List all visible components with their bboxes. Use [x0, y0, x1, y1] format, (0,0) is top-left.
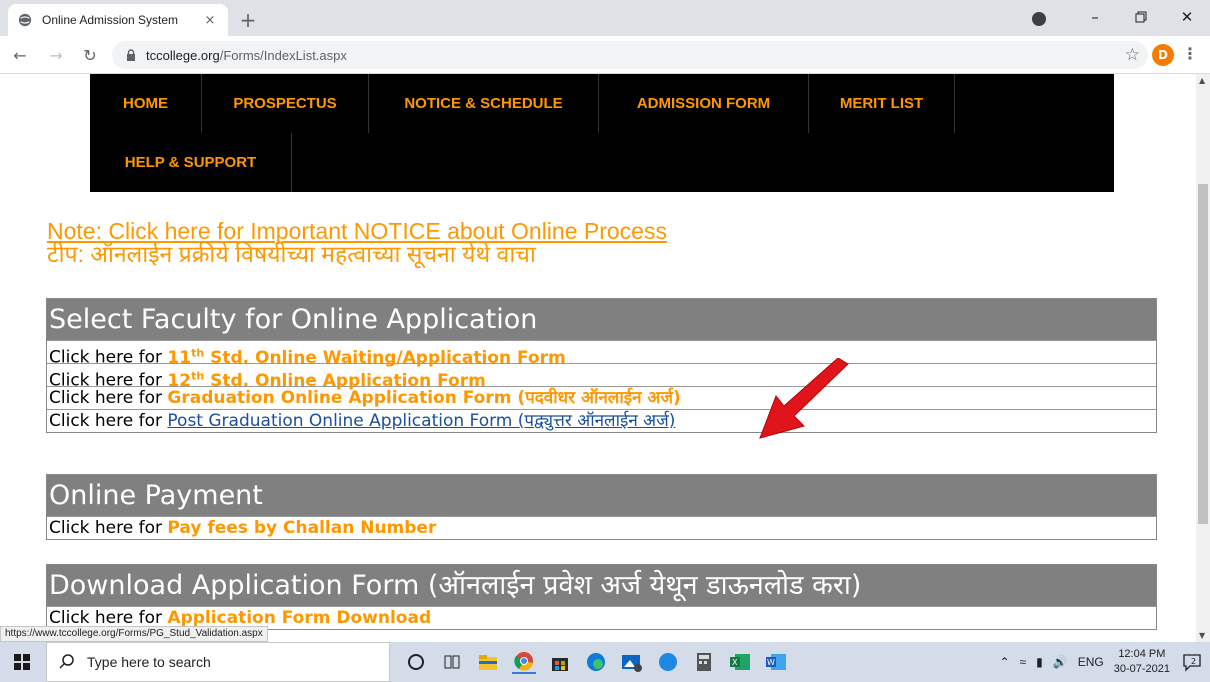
faculty-row-12th: Click here for 12th Std. Online Applicat… [47, 363, 1156, 391]
chrome-icon[interactable] [512, 650, 536, 674]
faculty-row-graduation: Click here for Graduation Online Applica… [47, 386, 1156, 409]
site-nav-menu: HOME PROSPECTUS NOTICE & SCHEDULE ADMISS… [90, 74, 1114, 192]
volume-icon[interactable]: 🔊 [1053, 655, 1068, 669]
menu-kebab-icon[interactable]: ⋮ [1182, 44, 1198, 63]
faculty-row-11th: Click here for 11th Std. Online Waiting/… [47, 340, 1156, 368]
link-pay-fees[interactable]: Pay fees by Challan Number [167, 518, 436, 538]
page-viewport: HOME PROSPECTUS NOTICE & SCHEDULE ADMISS… [0, 74, 1196, 642]
page-scrollbar[interactable]: ▲ ▼ [1196, 74, 1210, 642]
svg-text:W: W [767, 658, 775, 667]
link-form-download[interactable]: Application Form Download [167, 608, 431, 628]
faculty-heading: Select Faculty for Online Application [47, 299, 1156, 340]
calculator-icon[interactable] [692, 650, 716, 674]
close-window-icon[interactable]: ✕ [1164, 0, 1210, 34]
link-12th-sup[interactable]: th [191, 369, 204, 382]
windows-start-icon[interactable] [0, 642, 44, 682]
clock-date: 30-07-2021 [1113, 663, 1170, 675]
faculty-row-post-graduation: Click here for Post Graduation Online Ap… [47, 409, 1156, 432]
faculty-panel: Select Faculty for Online Application Cl… [46, 298, 1157, 433]
notice-marathi[interactable]: टीप: ऑनलाईन प्रक्रीये विषयीच्या महत्वाच्… [47, 243, 667, 266]
back-icon[interactable]: ← [10, 45, 30, 65]
payment-row: Click here for Pay fees by Challan Numbe… [47, 516, 1156, 539]
cortana-icon[interactable] [404, 650, 428, 674]
forward-icon[interactable]: → [46, 45, 66, 65]
link-post-graduation-form[interactable]: Post Graduation Online Application Form … [167, 411, 675, 431]
taskbar-clock[interactable]: 12:04 PM 30-07-2021 [1114, 647, 1170, 677]
link-status-bar: https://www.tccollege.org/Forms/PG_Stud_… [0, 626, 268, 642]
tray-chevron-icon[interactable]: ⌃ [999, 655, 1009, 669]
scroll-down-icon[interactable]: ▼ [1199, 631, 1205, 640]
safari-compass-icon[interactable] [656, 650, 680, 674]
system-tray: ⌃ ≈ ▮ 🔊 ENG 12:04 PM 30-07-2021 [999, 642, 1170, 682]
row-prefix: Click here for [49, 518, 168, 538]
url-path: /Forms/IndexList.aspx [219, 47, 347, 63]
nav-item-home[interactable]: HOME [90, 74, 202, 133]
download-heading: Download Application Form (ऑनलाईन प्रवेश… [47, 565, 1156, 606]
media-indicator-icon[interactable] [1032, 12, 1046, 26]
browser-tab[interactable]: Online Admission System × [8, 4, 228, 36]
excel-icon[interactable]: X [728, 650, 752, 674]
scrollbar-thumb[interactable] [1198, 184, 1208, 524]
globe-icon [18, 13, 32, 27]
scroll-up-icon[interactable]: ▲ [1199, 76, 1205, 85]
photos-icon[interactable] [620, 650, 644, 674]
reload-icon[interactable]: ↻ [80, 45, 100, 65]
tab-strip: Online Admission System × + – ✕ [0, 0, 1210, 36]
notice-english[interactable]: Note: Click here for Important NOTICE ab… [47, 220, 667, 243]
restore-icon[interactable] [1118, 0, 1164, 34]
link-11th-sup[interactable]: th [191, 346, 204, 359]
minimize-icon[interactable]: – [1072, 0, 1118, 34]
important-notice-link[interactable]: Note: Click here for Important NOTICE ab… [47, 220, 667, 266]
row-prefix: Click here for [49, 388, 168, 408]
search-icon [59, 654, 74, 669]
row-prefix: Click here for [49, 411, 168, 431]
nav-item-help-support[interactable]: HELP & SUPPORT [90, 133, 292, 192]
battery-icon[interactable]: ▮ [1036, 655, 1043, 669]
nav-item-admission-form[interactable]: ADMISSION FORM [599, 74, 809, 133]
svg-text:X: X [732, 658, 738, 667]
notification-count: 2 [1191, 657, 1196, 666]
new-tab-button[interactable]: + [236, 8, 260, 32]
link-graduation-form[interactable]: Graduation Online Application Form (पदवी… [167, 388, 680, 408]
nav-item-notice-schedule[interactable]: NOTICE & SCHEDULE [369, 74, 599, 133]
nav-item-merit-list[interactable]: MERIT LIST [809, 74, 955, 133]
row-prefix: Click here for [49, 608, 168, 628]
clock-time: 12:04 PM [1118, 648, 1166, 660]
address-bar[interactable]: tccollege.org/Forms/IndexList.aspx [112, 41, 1148, 69]
payment-heading: Online Payment [47, 475, 1156, 516]
network-icon[interactable]: ≈ [1020, 655, 1027, 669]
search-placeholder: Type here to search [87, 654, 211, 670]
taskbar-search-input[interactable]: Type here to search [46, 642, 390, 682]
bookmark-star-icon[interactable]: ☆ [1125, 45, 1140, 65]
download-panel: Download Application Form (ऑनलाईन प्रवेश… [46, 564, 1157, 630]
word-icon[interactable]: W [764, 650, 788, 674]
payment-panel: Online Payment Click here for Pay fees b… [46, 474, 1157, 540]
tab-title: Online Admission System [42, 13, 179, 27]
store-icon[interactable] [548, 650, 572, 674]
browser-toolbar: ← → ↻ tccollege.org/Forms/IndexList.aspx… [0, 36, 1210, 74]
nav-item-prospectus[interactable]: PROSPECTUS [202, 74, 369, 133]
windows-taskbar: Type here to search X W ⌃ ≈ ▮ 🔊 ENG 12:0… [0, 642, 1210, 682]
file-explorer-icon[interactable] [476, 650, 500, 674]
task-view-icon[interactable] [440, 650, 464, 674]
url-domain: tccollege.org [146, 47, 220, 63]
lock-icon [127, 49, 135, 61]
tab-close-icon[interactable]: × [202, 12, 218, 28]
language-indicator[interactable]: ENG [1078, 655, 1104, 669]
url-text: tccollege.org/Forms/IndexList.aspx [146, 48, 347, 63]
notification-center-icon[interactable]: 2 [1182, 652, 1202, 672]
profile-avatar[interactable]: D [1152, 44, 1174, 66]
red-arrow-icon [759, 358, 849, 439]
edge-icon[interactable] [584, 650, 608, 674]
window-controls: – ✕ [1072, 0, 1210, 34]
